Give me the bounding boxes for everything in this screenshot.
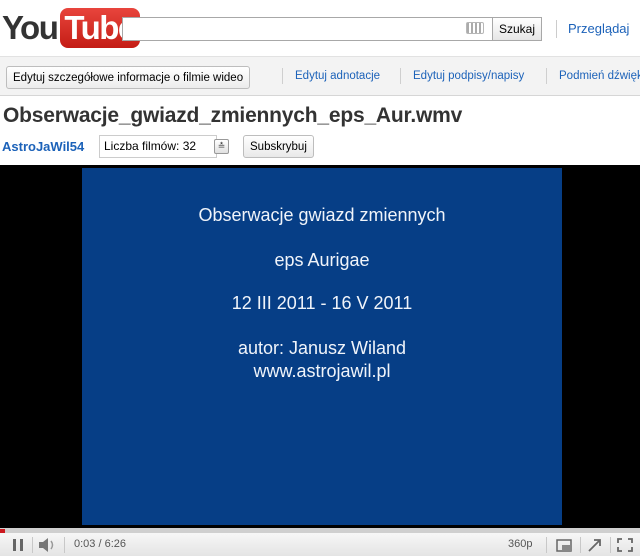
controls-divider: [580, 537, 581, 553]
masthead: You Tube Szukaj Przeglądaj: [0, 0, 640, 56]
search-input[interactable]: [122, 17, 492, 41]
frame-author-line: autor: Janusz Wiland: [237, 338, 407, 358]
toolbar-divider: [400, 68, 401, 84]
channel-name-link[interactable]: AstroJaWil54: [2, 139, 84, 154]
edit-annotations-link[interactable]: Edytuj adnotacje: [295, 70, 380, 82]
frame-website-line: www.astrojawil.pl: [253, 361, 391, 381]
youtube-logo[interactable]: You Tube: [2, 8, 140, 48]
popout-icon[interactable]: [553, 533, 575, 556]
frame-star-line: eps Aurigae: [274, 250, 370, 270]
time-display: 0:03 / 6:26: [74, 538, 126, 550]
progress-bar[interactable]: [0, 529, 640, 533]
owner-edit-toolbar: Edytuj szczegółowe informacje o filmie w…: [0, 56, 640, 96]
expand-icon[interactable]: [584, 533, 606, 556]
video-frame[interactable]: Obserwacje gwiazd zmiennych eps Aurigae …: [82, 168, 562, 525]
edit-captions-link[interactable]: Edytuj podpisy/napisy: [413, 70, 524, 82]
fullscreen-icon[interactable]: [614, 533, 636, 556]
controls-divider: [64, 537, 65, 553]
toolbar-divider: [546, 68, 547, 84]
player-controls: 0:03 / 6:26 360p: [0, 528, 640, 556]
progress-fill: [0, 529, 5, 533]
search-button[interactable]: Szukaj: [492, 17, 542, 41]
toolbar-divider: [282, 68, 283, 84]
browse-link[interactable]: Przeglądaj: [568, 21, 629, 36]
video-player[interactable]: Obserwacje gwiazd zmiennych eps Aurigae …: [0, 165, 640, 528]
video-count-dropdown[interactable]: Liczba filmów: 32: [99, 135, 218, 158]
video-title: Obserwacje_gwiazd_zmiennych_eps_Aur.wmv: [3, 104, 463, 127]
replace-audio-link[interactable]: Podmień dźwięk: [559, 70, 640, 82]
video-count-label: Liczba filmów: 32: [104, 139, 197, 153]
frame-title-line: Obserwacje gwiazd zmiennych: [198, 205, 446, 225]
volume-icon[interactable]: [36, 533, 58, 556]
frame-dates-line: 12 III 2011 - 16 V 2011: [231, 293, 413, 313]
subscribe-button[interactable]: Subskrybuj: [243, 135, 314, 158]
quality-selector[interactable]: 360p: [508, 538, 532, 550]
channel-row: AstroJaWil54 Liczba filmów: 32 ≛ Subskry…: [0, 134, 640, 160]
pause-icon[interactable]: [8, 533, 28, 556]
header-divider: [556, 20, 557, 38]
keyboard-icon[interactable]: [466, 22, 484, 34]
controls-divider: [610, 537, 611, 553]
chevron-down-icon[interactable]: ≛: [214, 139, 229, 154]
controls-divider: [32, 537, 33, 553]
controls-divider: [546, 537, 547, 553]
logo-you-text: You: [2, 9, 59, 46]
edit-video-info-button[interactable]: Edytuj szczegółowe informacje o filmie w…: [6, 66, 251, 89]
